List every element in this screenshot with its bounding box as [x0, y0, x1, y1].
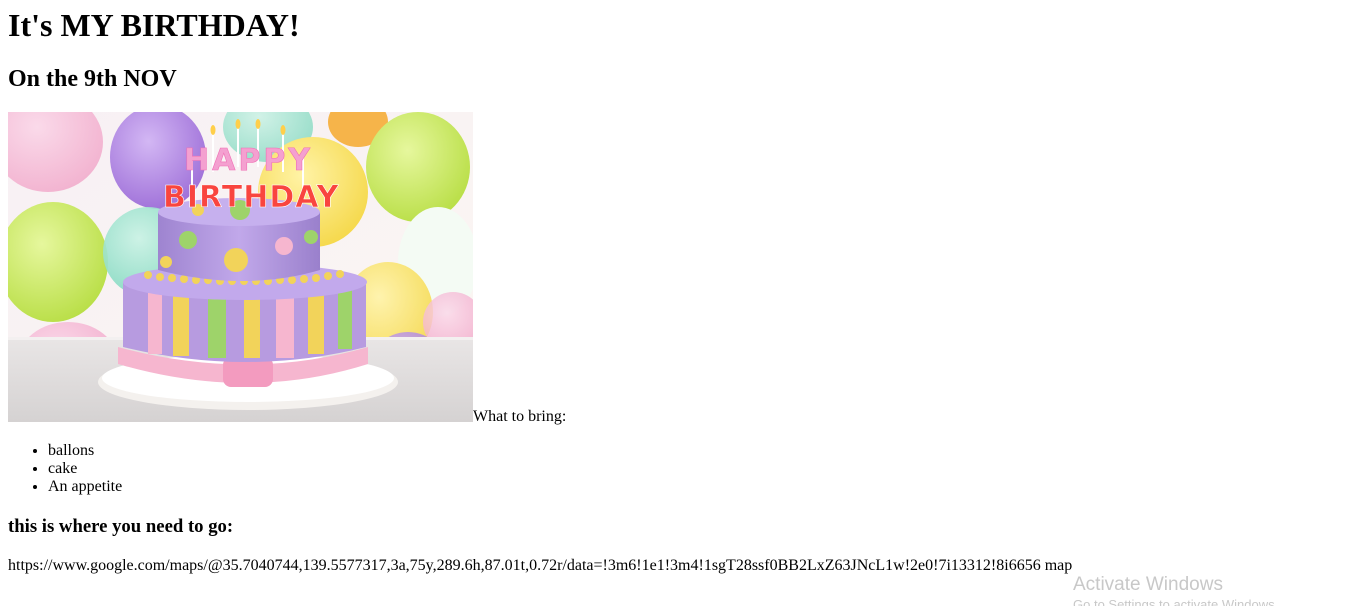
watermark-subtitle: Go to Settings to activate Windows. [1073, 597, 1279, 606]
topper-birthday: BIRTHDAY [163, 180, 340, 215]
bring-list: ballons cake An appetite [8, 442, 122, 496]
map-link[interactable]: map [1045, 557, 1073, 574]
birthday-cake-image: HAPPY BIRTHDAY [8, 112, 473, 422]
what-to-bring-label: What to bring: [473, 408, 567, 425]
date-subtitle: On the 9th NOV [8, 66, 177, 92]
watermark-title: Activate Windows [1073, 574, 1223, 595]
list-item: An appetite [48, 478, 122, 496]
activate-windows-watermark: Activate Windows Go to Settings to activ… [1073, 573, 1278, 606]
list-item: cake [48, 460, 122, 478]
directions-heading: this is where you need to go: [8, 516, 234, 537]
list-item: ballons [48, 442, 122, 460]
topper-happy: HAPPY [184, 143, 313, 178]
page-title: It's MY BIRTHDAY! [8, 7, 300, 43]
map-url-text: https://www.google.com/maps/@35.7040744,… [8, 557, 1041, 574]
map-line: https://www.google.com/maps/@35.7040744,… [8, 557, 1072, 575]
